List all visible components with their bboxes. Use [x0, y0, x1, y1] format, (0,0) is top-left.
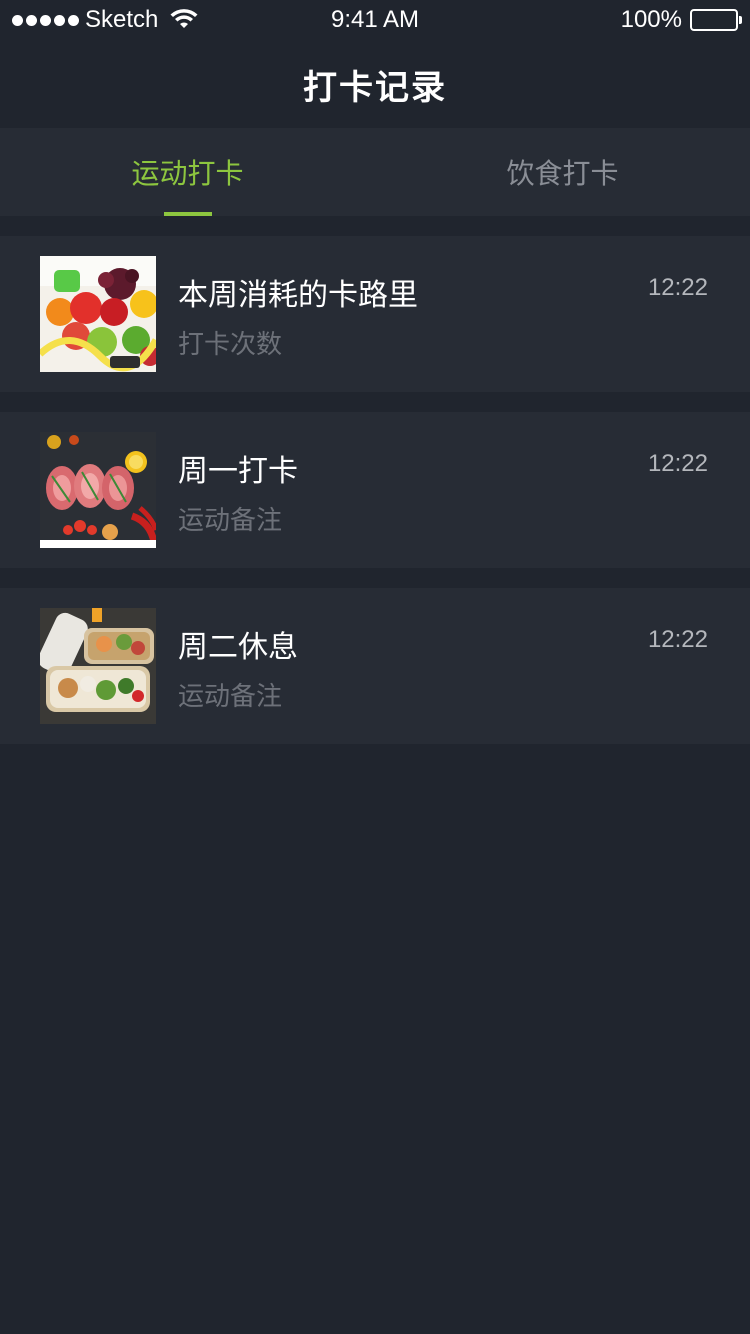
item-subtitle: 运动备注	[178, 682, 283, 712]
list-item[interactable]: 本周消耗的卡路里 打卡次数 12:22	[0, 236, 750, 392]
item-time: 12:22	[647, 626, 708, 653]
item-title: 本周消耗的卡路里	[178, 278, 418, 313]
tab-diet-checkin[interactable]: 饮食打卡	[375, 128, 750, 216]
nav-bar: 打卡记录	[0, 40, 750, 128]
page-title: 打卡记录	[303, 67, 447, 108]
battery-icon	[690, 9, 742, 31]
tab-label: 运动打卡	[131, 157, 244, 190]
checkin-list: 本周消耗的卡路里 打卡次数 12:22 周一打卡 运动备注 12:22 周二休息…	[0, 236, 750, 764]
tab-active-indicator	[163, 212, 212, 216]
battery-percent: 100%	[620, 6, 682, 33]
item-subtitle: 打卡次数	[178, 330, 283, 360]
status-right: 100%	[620, 6, 742, 34]
meal-box-photo	[40, 608, 156, 724]
fruit-dumbbell-photo	[40, 256, 156, 372]
tab-exercise-checkin[interactable]: 运动打卡	[0, 128, 375, 216]
item-time: 12:22	[647, 450, 708, 477]
tab-bar: 运动打卡 饮食打卡	[0, 128, 750, 216]
item-subtitle: 运动备注	[178, 506, 283, 536]
list-item[interactable]: 周一打卡 运动备注 12:22	[0, 412, 750, 568]
item-title: 周一打卡	[178, 454, 298, 489]
item-time: 12:22	[647, 274, 708, 301]
meat-vegetables-photo	[40, 432, 156, 548]
list-item[interactable]: 周二休息 运动备注 12:22	[0, 588, 750, 744]
tab-label: 饮食打卡	[506, 157, 619, 190]
item-title: 周二休息	[178, 630, 298, 665]
status-bar: Sketch 9:41 AM 100%	[0, 0, 750, 40]
